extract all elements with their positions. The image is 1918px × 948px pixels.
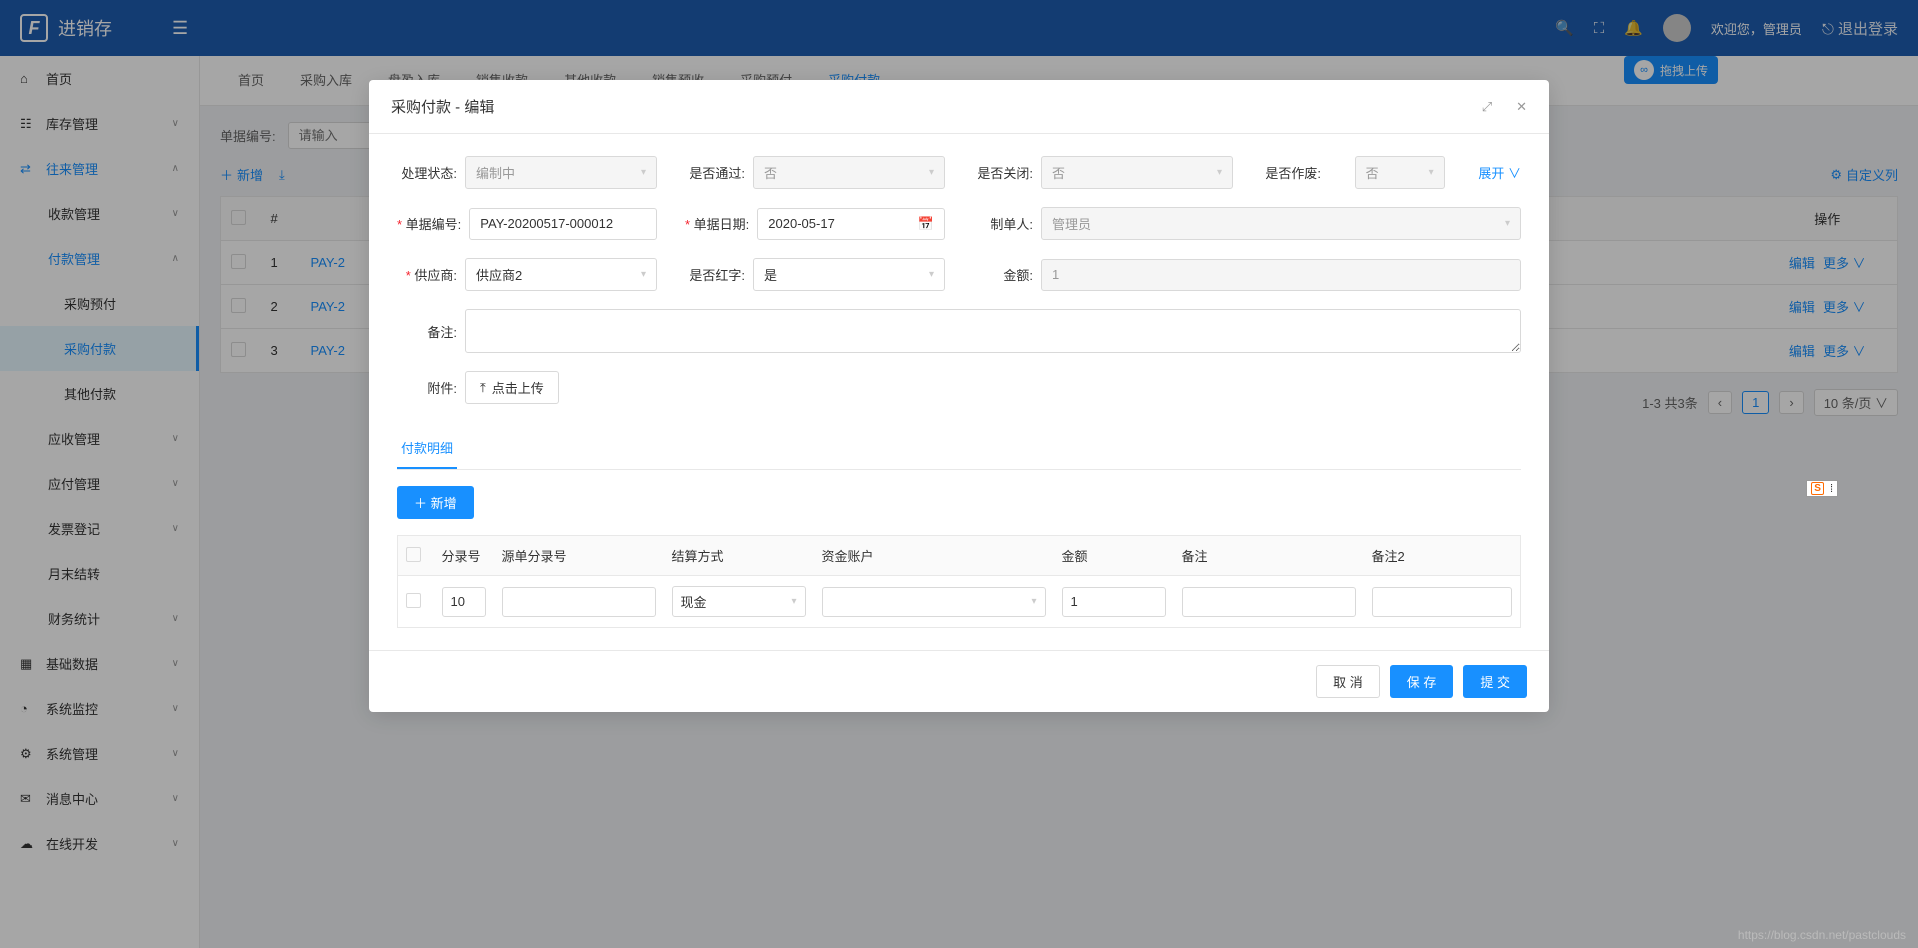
passed-select: 否▾	[753, 156, 945, 189]
detail-row: 10 现金▾ ▾ 1	[398, 576, 1521, 628]
upload-button[interactable]: ⤒ 点击上传	[465, 371, 559, 404]
amount-input: 1	[1041, 259, 1521, 291]
close-icon[interactable]: ✕	[1516, 99, 1527, 115]
calendar-icon: 📅	[918, 216, 934, 232]
ime-widget: S⁞	[1806, 480, 1838, 497]
creator-input: 管理员▾	[1041, 207, 1521, 240]
closed-select: 否▾	[1041, 156, 1233, 189]
detail-remark-input[interactable]	[1182, 587, 1356, 617]
detail-remark2-input[interactable]	[1372, 587, 1513, 617]
remark-textarea[interactable]	[465, 309, 1521, 353]
voided-select: 否▾	[1355, 156, 1445, 189]
watermark: https://blog.csdn.net/pastclouds	[1738, 928, 1906, 942]
supplier-select[interactable]: 供应商2▾	[465, 258, 657, 291]
modal-title: 采购付款 - 编辑	[391, 96, 494, 117]
detail-amount-input[interactable]: 1	[1062, 587, 1166, 617]
detail-add-button[interactable]: ＋ 新增	[397, 486, 474, 519]
src-input[interactable]	[502, 587, 656, 617]
modal-footer: 取 消 保 存 提 交	[369, 650, 1549, 712]
entry-input[interactable]: 10	[442, 587, 486, 617]
detail-table: 分录号 源单分录号 结算方式 资金账户 金额 备注 备注2 10 现金▾ ▾ 1	[397, 535, 1521, 628]
is-red-select[interactable]: 是▾	[753, 258, 945, 291]
status-select: 编制中▾	[465, 156, 657, 189]
cancel-button[interactable]: 取 消	[1316, 665, 1380, 698]
save-button[interactable]: 保 存	[1390, 665, 1454, 698]
date-input[interactable]: 2020-05-17📅	[757, 208, 945, 240]
expand-link[interactable]: 展开 ∨	[1478, 163, 1521, 182]
edit-modal: 采购付款 - 编辑 ⤢ ✕ 处理状态:编制中▾ 是否通过:否▾ 是否关闭:否▾ …	[369, 80, 1549, 712]
submit-button[interactable]: 提 交	[1463, 665, 1527, 698]
settle-select[interactable]: 现金▾	[672, 586, 806, 617]
tab-payment-detail[interactable]: 付款明细	[397, 428, 457, 469]
detail-row-checkbox[interactable]	[406, 593, 421, 608]
detail-select-all[interactable]	[406, 547, 421, 562]
modal-header: 采购付款 - 编辑 ⤢ ✕	[369, 80, 1549, 134]
account-select[interactable]: ▾	[822, 587, 1046, 617]
maximize-icon[interactable]: ⤢	[1482, 99, 1492, 115]
code-input[interactable]: PAY-20200517-000012	[469, 208, 657, 240]
